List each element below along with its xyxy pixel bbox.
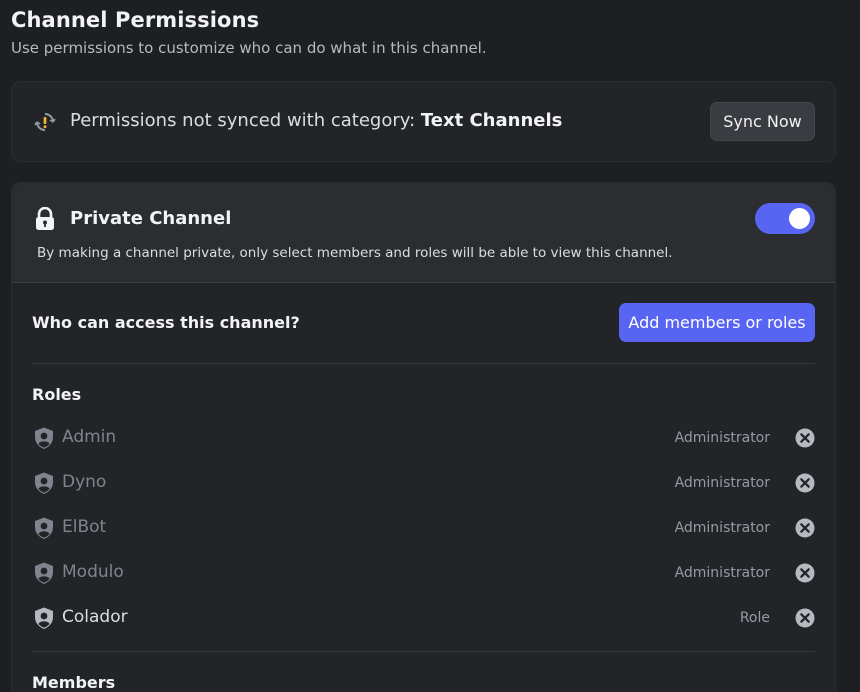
role-row-dyno: Dyno Administrator [32,465,815,501]
lock-icon [36,207,54,230]
sync-message: Permissions not synced with category: Te… [70,110,562,131]
remove-role-button[interactable] [795,428,815,448]
role-row-elbot: ElBot Administrator [32,510,815,546]
role-name: Modulo [62,562,124,582]
remove-role-button[interactable] [795,608,815,628]
role-row-admin: Admin Administrator [32,420,815,456]
page-subtitle: Use permissions to customize who can do … [11,39,487,57]
add-members-or-roles-button[interactable]: Add members or roles [619,303,815,342]
remove-role-button[interactable] [795,473,815,493]
divider [32,363,815,364]
role-shield-icon [35,517,53,539]
role-name: Admin [62,427,117,447]
role-type: Administrator [674,430,770,446]
role-name: Colador [62,607,128,627]
role-type: Administrator [674,475,770,491]
role-name: ElBot [62,517,107,537]
role-type: Administrator [674,565,770,581]
role-shield-icon [35,427,53,449]
divider [32,651,815,652]
private-channel-title: Private Channel [70,208,232,229]
sync-now-button[interactable]: Sync Now [710,102,815,141]
role-name: Dyno [62,472,107,492]
private-channel-description: By making a channel private, only select… [37,245,673,261]
access-title: Who can access this channel? [32,313,300,332]
role-type: Role [739,610,770,626]
role-type: Administrator [674,520,770,536]
role-row-modulo: Modulo Administrator [32,555,815,591]
sync-category-name: Text Channels [420,110,563,131]
private-channel-card: Private Channel By making a channel priv… [11,182,836,692]
sync-warning-icon [34,113,56,131]
roles-section-label: Roles [32,385,82,404]
role-row-colador: Colador Role [32,600,815,636]
page-title: Channel Permissions [11,8,260,32]
channel-permissions-page: Channel Permissions Use permissions to c… [0,0,860,692]
sync-notice-card: Permissions not synced with category: Te… [11,81,836,162]
role-shield-icon [35,607,53,629]
sync-message-text: Permissions not synced with category: [70,110,416,131]
remove-role-button[interactable] [795,563,815,583]
private-channel-header: Private Channel By making a channel priv… [12,183,835,283]
role-shield-icon [35,472,53,494]
private-channel-toggle[interactable] [755,203,815,234]
remove-role-button[interactable] [795,518,815,538]
members-section-label: Members [32,673,116,692]
toggle-knob [789,208,810,229]
role-shield-icon [35,562,53,584]
